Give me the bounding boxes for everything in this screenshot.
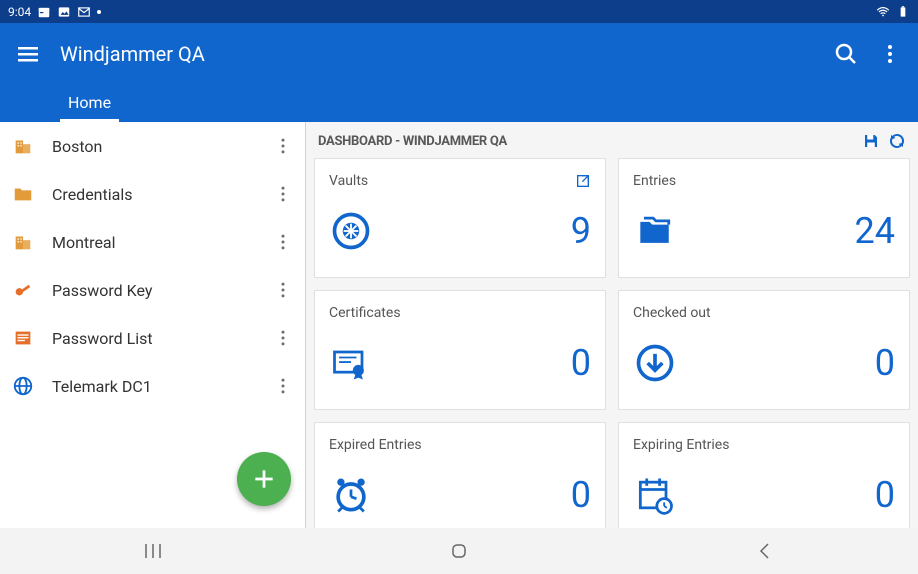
sidebar-item-label: Telemark DC1 (52, 377, 273, 396)
overflow-menu-button[interactable] (878, 42, 902, 66)
clock-icon (329, 473, 373, 517)
sidebar-item-label: Password List (52, 329, 273, 348)
cert-icon (329, 341, 373, 385)
sidebar-item[interactable]: Password Key (0, 266, 305, 314)
dashboard: DASHBOARD - WINDJAMMER QA Vaults 9 Entri… (306, 122, 918, 528)
dashboard-card[interactable]: Expired Entries 0 (314, 422, 606, 528)
item-overflow-button[interactable] (273, 280, 293, 300)
calendar-icon (633, 473, 677, 517)
dashboard-card[interactable]: Entries 24 (618, 158, 910, 278)
search-button[interactable] (834, 42, 858, 66)
download-icon (633, 341, 677, 385)
android-navbar (0, 528, 918, 574)
sidebar-item-label: Montreal (52, 233, 273, 252)
image-notif-icon (57, 5, 71, 19)
card-title: Checked out (633, 305, 895, 321)
sidebar: Boston Credentials Montreal Password Key… (0, 122, 306, 528)
item-overflow-button[interactable] (273, 184, 293, 204)
dashboard-card[interactable]: Certificates 0 (314, 290, 606, 410)
item-overflow-button[interactable] (273, 376, 293, 396)
add-button[interactable] (237, 452, 291, 506)
sidebar-item-label: Credentials (52, 185, 273, 204)
back-button[interactable] (753, 539, 777, 563)
menu-button[interactable] (16, 42, 40, 66)
gmail-notif-icon (77, 5, 91, 19)
save-button[interactable] (862, 132, 880, 150)
card-title: Expired Entries (329, 437, 591, 453)
card-title: Entries (633, 173, 895, 189)
appbar: Windjammer QA (0, 23, 918, 85)
calendar-notif-icon (37, 5, 51, 19)
wifi-icon (876, 5, 890, 19)
card-value: 0 (677, 342, 895, 384)
sidebar-item[interactable]: Montreal (0, 218, 305, 266)
card-title: Expiring Entries (633, 437, 895, 453)
card-value: 0 (677, 474, 895, 516)
dashboard-card[interactable]: Checked out 0 (618, 290, 910, 410)
home-button[interactable] (447, 539, 471, 563)
sidebar-item-label: Password Key (52, 281, 273, 300)
item-overflow-button[interactable] (273, 136, 293, 156)
globe-icon (12, 375, 34, 397)
key-icon (12, 279, 34, 301)
dashboard-card[interactable]: Expiring Entries 0 (618, 422, 910, 528)
open-external-icon[interactable] (575, 173, 591, 189)
card-title: Certificates (329, 305, 591, 321)
refresh-button[interactable] (888, 132, 906, 150)
folder-icon (12, 183, 34, 205)
tab-home[interactable]: Home (60, 85, 119, 122)
sidebar-item[interactable]: Boston (0, 122, 305, 170)
card-value: 24 (677, 210, 895, 252)
sidebar-item[interactable]: Telemark DC1 (0, 362, 305, 410)
more-notif-icon (97, 10, 101, 14)
statusbar-time: 9:04 (8, 5, 31, 19)
android-statusbar: 9:04 (0, 0, 918, 23)
folders-icon (633, 209, 677, 253)
card-value: 0 (373, 474, 591, 516)
sidebar-item[interactable]: Credentials (0, 170, 305, 218)
sidebar-item-label: Boston (52, 137, 273, 156)
appbar-title: Windjammer QA (60, 42, 814, 66)
tab-label: Home (68, 93, 111, 112)
dashboard-title: DASHBOARD - WINDJAMMER QA (318, 134, 854, 149)
recents-button[interactable] (141, 539, 165, 563)
dashboard-card[interactable]: Vaults 9 (314, 158, 606, 278)
item-overflow-button[interactable] (273, 232, 293, 252)
building-icon (12, 135, 34, 157)
card-title: Vaults (329, 173, 575, 189)
tab-row: Home (0, 85, 918, 122)
vault-icon (329, 209, 373, 253)
building-icon (12, 231, 34, 253)
sidebar-item[interactable]: Password List (0, 314, 305, 362)
card-value: 9 (373, 210, 591, 252)
battery-icon (896, 5, 910, 19)
content-area: Boston Credentials Montreal Password Key… (0, 122, 918, 528)
card-value: 0 (373, 342, 591, 384)
list-icon (12, 327, 34, 349)
item-overflow-button[interactable] (273, 328, 293, 348)
